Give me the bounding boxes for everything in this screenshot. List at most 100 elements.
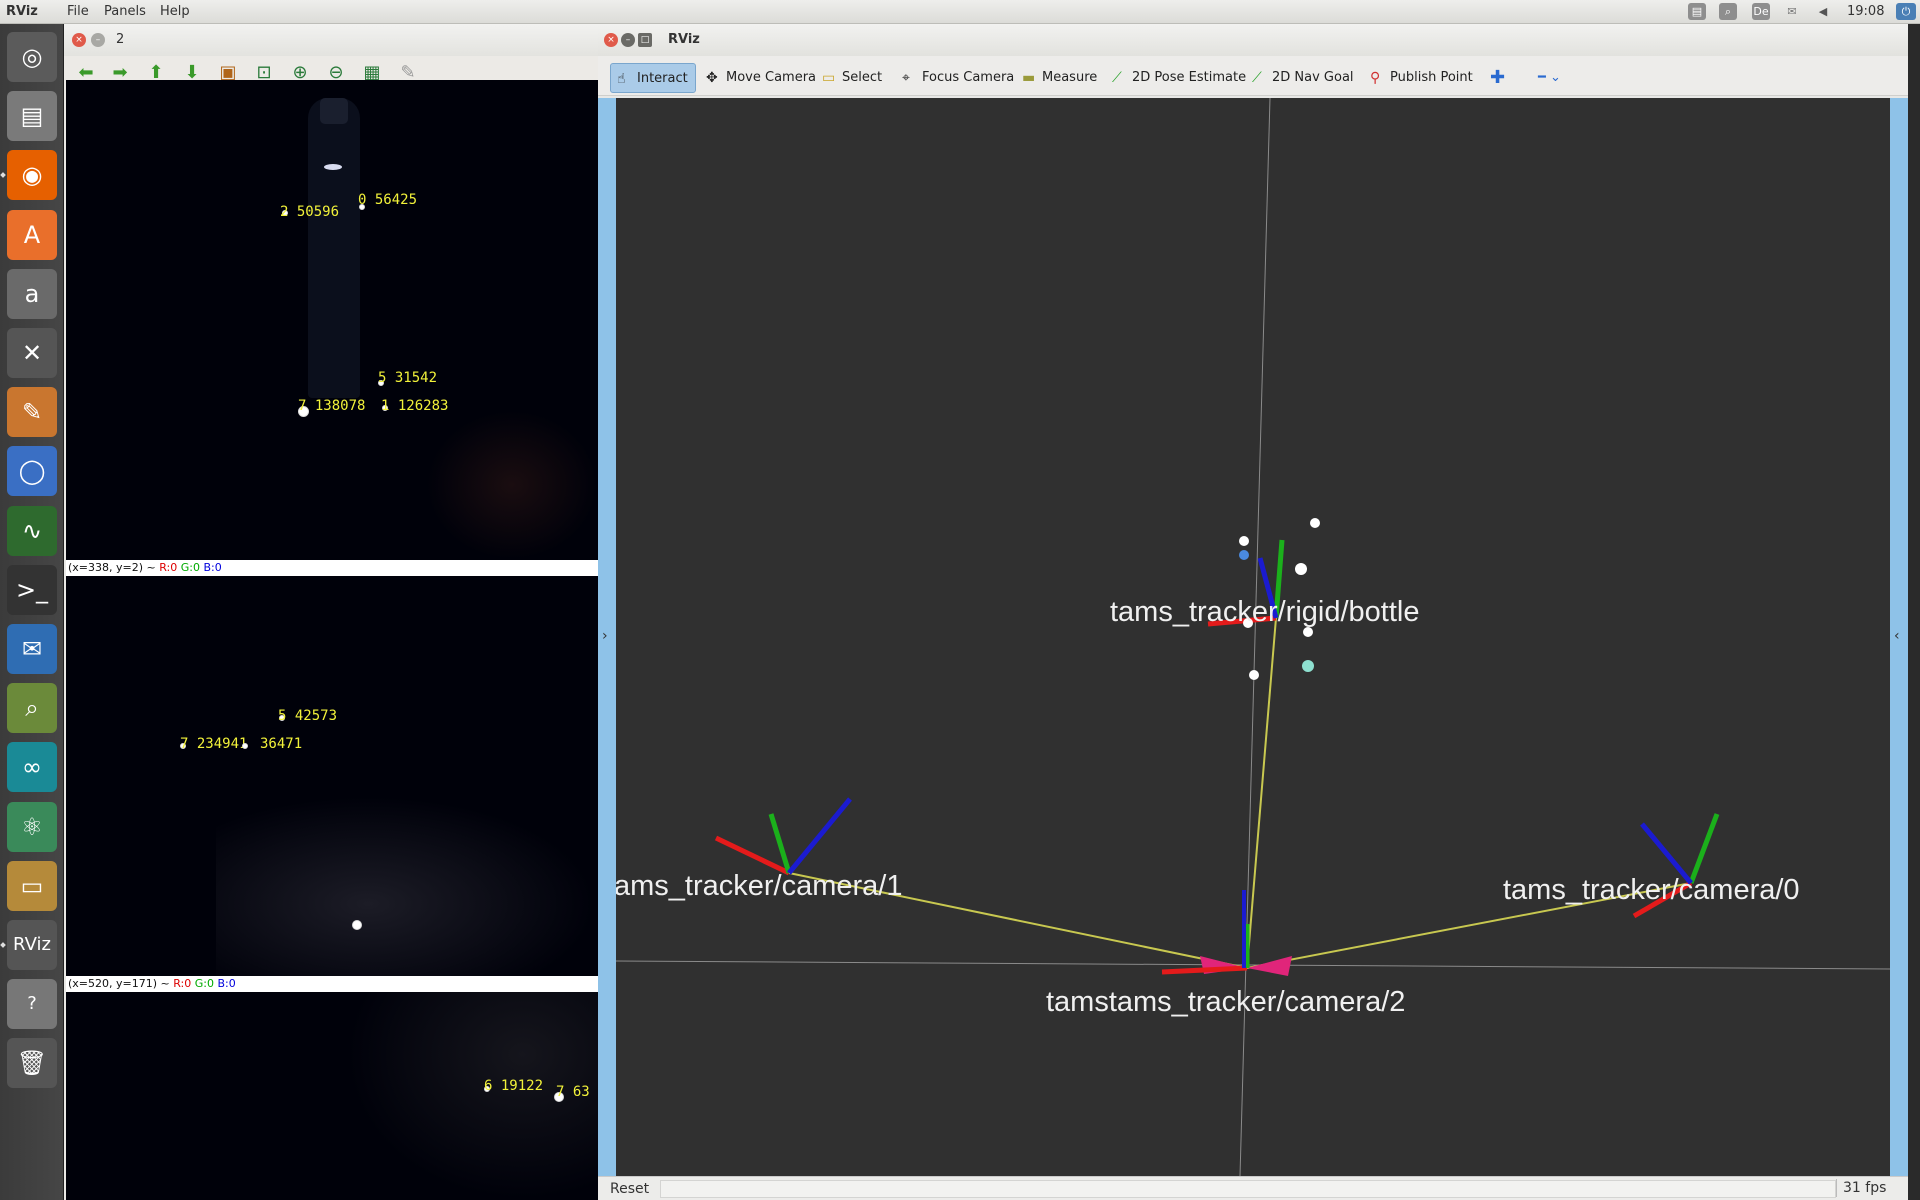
arduino-icon[interactable]: ∞ [7, 742, 57, 793]
running-indicator [0, 172, 6, 179]
rviz-toolbar: ☝ Interact ✥ Move Camera ▭ Select ⌖ Focus Ca… [598, 56, 1908, 96]
system-monitor-icon[interactable]: ∿ [7, 505, 57, 556]
fps-indicator: 31 fps [1836, 1179, 1892, 1197]
reset-button[interactable]: Reset [604, 1180, 655, 1198]
frame-label-bottle: tams_tracker/rigid/bottle [1110, 596, 1420, 628]
3d-viewport[interactable]: tams_tracker/rigid/bottle ams_tracker/ca… [616, 98, 1890, 1176]
close-icon[interactable]: × [72, 33, 86, 47]
desktop-edge [1908, 24, 1920, 1200]
focus-camera-icon: ⌖ [902, 70, 910, 86]
pose-arrow-icon: ⟋ [1112, 70, 1122, 86]
image-view-window: × – 2 ⬅ ➡ ⬆ ⬇ ▣ ⊡ ⊕ ⊖ ▦ ✎ 2 50596 0 5642… [64, 24, 598, 1200]
search-icon[interactable]: ⌕ [1719, 3, 1737, 20]
rviz-window-title: RViz [668, 32, 700, 47]
camera-image-pane-1[interactable]: 2 50596 0 56425 5 31542 7 138078 1 12628… [66, 80, 598, 560]
add-tool-icon[interactable]: ✚ [1480, 63, 1513, 93]
clipboard-icon[interactable]: ▤ [1688, 3, 1706, 20]
ruler-icon: ▬ [1022, 70, 1036, 86]
tool-2d-pose-estimate[interactable]: ⟋ 2D Pose Estimate [1106, 63, 1254, 93]
move-camera-icon: ✥ [706, 70, 718, 86]
power-icon[interactable]: ⏻ [1896, 3, 1916, 20]
image-window-title: 2 [116, 32, 125, 47]
volume-icon[interactable]: ◀ [1814, 3, 1832, 20]
mail-icon[interactable]: ✉ [1783, 3, 1801, 20]
status-message-area [660, 1180, 1836, 1198]
tool-measure[interactable]: ▬ Measure [1016, 63, 1105, 93]
atom-icon[interactable]: ⚛ [7, 801, 57, 852]
image-window-titlebar: × – 2 [64, 24, 598, 56]
marker-point [1310, 518, 1320, 528]
running-indicator [0, 942, 6, 948]
ubuntu-dash-icon[interactable]: ◎ [7, 32, 57, 82]
files-icon[interactable]: ▤ [7, 91, 57, 142]
tool-select[interactable]: ▭ Select [816, 63, 890, 93]
help-icon[interactable]: ? [7, 979, 57, 1030]
terminal-icon[interactable]: >_ [7, 564, 57, 615]
menu-help[interactable]: Help [160, 4, 190, 19]
marker-label: 0 56425 [358, 192, 418, 208]
top-menu-bar: RViz File Panels Help ▤ ⌕ De ✉ ◀ 19:08 ⏻ [0, 0, 1920, 24]
minimize-icon[interactable]: – [621, 33, 635, 47]
system-settings-icon[interactable]: ✕ [7, 328, 57, 378]
right-panel-collapsed[interactable]: ‹ [1890, 98, 1908, 1176]
mail-client-icon[interactable]: ✉ [7, 624, 57, 674]
chromium-icon[interactable]: ◯ [7, 446, 57, 497]
marker-point [1249, 670, 1259, 680]
expand-right-icon[interactable]: ‹ [1894, 628, 1900, 644]
rviz-window: × – □ RViz ☝ Interact ✥ Move Camera ▭ Selec… [598, 24, 1908, 1200]
tool-focus-camera[interactable]: ⌖ Focus Camera [896, 63, 1022, 93]
pixel-status-1: (x=338, y=2) ~ R:0 G:0 B:0 [66, 560, 598, 576]
marker-point [1239, 536, 1249, 546]
rviz-icon[interactable]: RViz [7, 920, 57, 970]
marker-point [1302, 660, 1314, 672]
tool-2d-nav-goal[interactable]: ⟋ 2D Nav Goal [1246, 63, 1362, 93]
tool-move-camera[interactable]: ✥ Move Camera [700, 63, 824, 93]
marker-label: 36471 [260, 736, 303, 752]
frame-label-camera-2: tamstams_tracker/camera/2 [1046, 986, 1406, 1018]
marker-label: 1 126283 [381, 398, 449, 414]
select-icon: ▭ [822, 70, 836, 86]
tool-interact[interactable]: ☝ Interact [610, 63, 696, 93]
app-name: RViz [6, 4, 38, 19]
marker-label: 7 138078 [298, 398, 366, 414]
menu-panels[interactable]: Panels [104, 4, 146, 19]
menu-file[interactable]: File [67, 4, 89, 19]
close-icon[interactable]: × [604, 33, 618, 47]
rviz-statusbar: Reset 31 fps [598, 1176, 1908, 1200]
expand-left-icon[interactable]: › [602, 628, 608, 644]
text-editor-icon[interactable]: ✎ [7, 387, 57, 438]
camera-image-pane-3[interactable]: 6 19122 7 63 [66, 992, 598, 1200]
launcher: ◎ ▤ ◉ Aa ✕ ✎ ◯ ∿ >_ ✉ ⌕ ∞ ⚛ ▭ RViz? 🗑 [0, 24, 64, 1200]
firefox-icon[interactable]: ◉ [7, 150, 57, 201]
frame-label-camera-0: tams_tracker/camera/0 [1503, 874, 1800, 906]
frame-label-camera-1: ams_tracker/camera/1 [616, 870, 903, 902]
maximize-icon[interactable]: □ [638, 33, 652, 47]
camera-image-pane-2[interactable]: 5 42573 7 234941 36471 [66, 576, 598, 976]
amazon-icon[interactable]: a [7, 268, 57, 319]
image-viewer-icon[interactable]: ⌕ [7, 683, 57, 734]
minimize-icon[interactable]: – [91, 33, 105, 47]
nav-goal-arrow-icon: ⟋ [1252, 70, 1262, 86]
axes-camera-2 [1161, 890, 1292, 976]
clock[interactable]: 19:08 [1847, 4, 1884, 19]
marker-point [1295, 563, 1307, 575]
pixel-status-2: (x=520, y=171) ~ R:0 G:0 B:0 [66, 976, 598, 992]
remove-tool-icon[interactable]: ━ ⌄ [1528, 63, 1569, 93]
marker-label: 2 50596 [280, 204, 340, 220]
marker-label: 6 19122 [484, 1078, 544, 1094]
left-panel-collapsed[interactable]: › [598, 98, 616, 1176]
map-pin-icon: ⚲ [1370, 70, 1381, 86]
trash-icon[interactable]: 🗑 [7, 1038, 57, 1089]
marker-label: 7 63 [556, 1084, 590, 1100]
marker-label: 5 42573 [278, 708, 338, 724]
tf-link-bottle [1246, 617, 1277, 969]
marker-label: 5 31542 [378, 370, 438, 386]
keyboard-layout-indicator[interactable]: De [1752, 3, 1770, 20]
hand-icon: ☝ [617, 71, 626, 87]
tool-publish-point[interactable]: ⚲ Publish Point [1364, 63, 1481, 93]
marker-point [1239, 550, 1249, 560]
marker-label: 7 234941 [180, 736, 248, 752]
rviz-titlebar: × – □ RViz [598, 24, 1908, 56]
software-center-icon[interactable]: A [7, 209, 57, 260]
disk-icon[interactable]: ▭ [7, 860, 57, 911]
